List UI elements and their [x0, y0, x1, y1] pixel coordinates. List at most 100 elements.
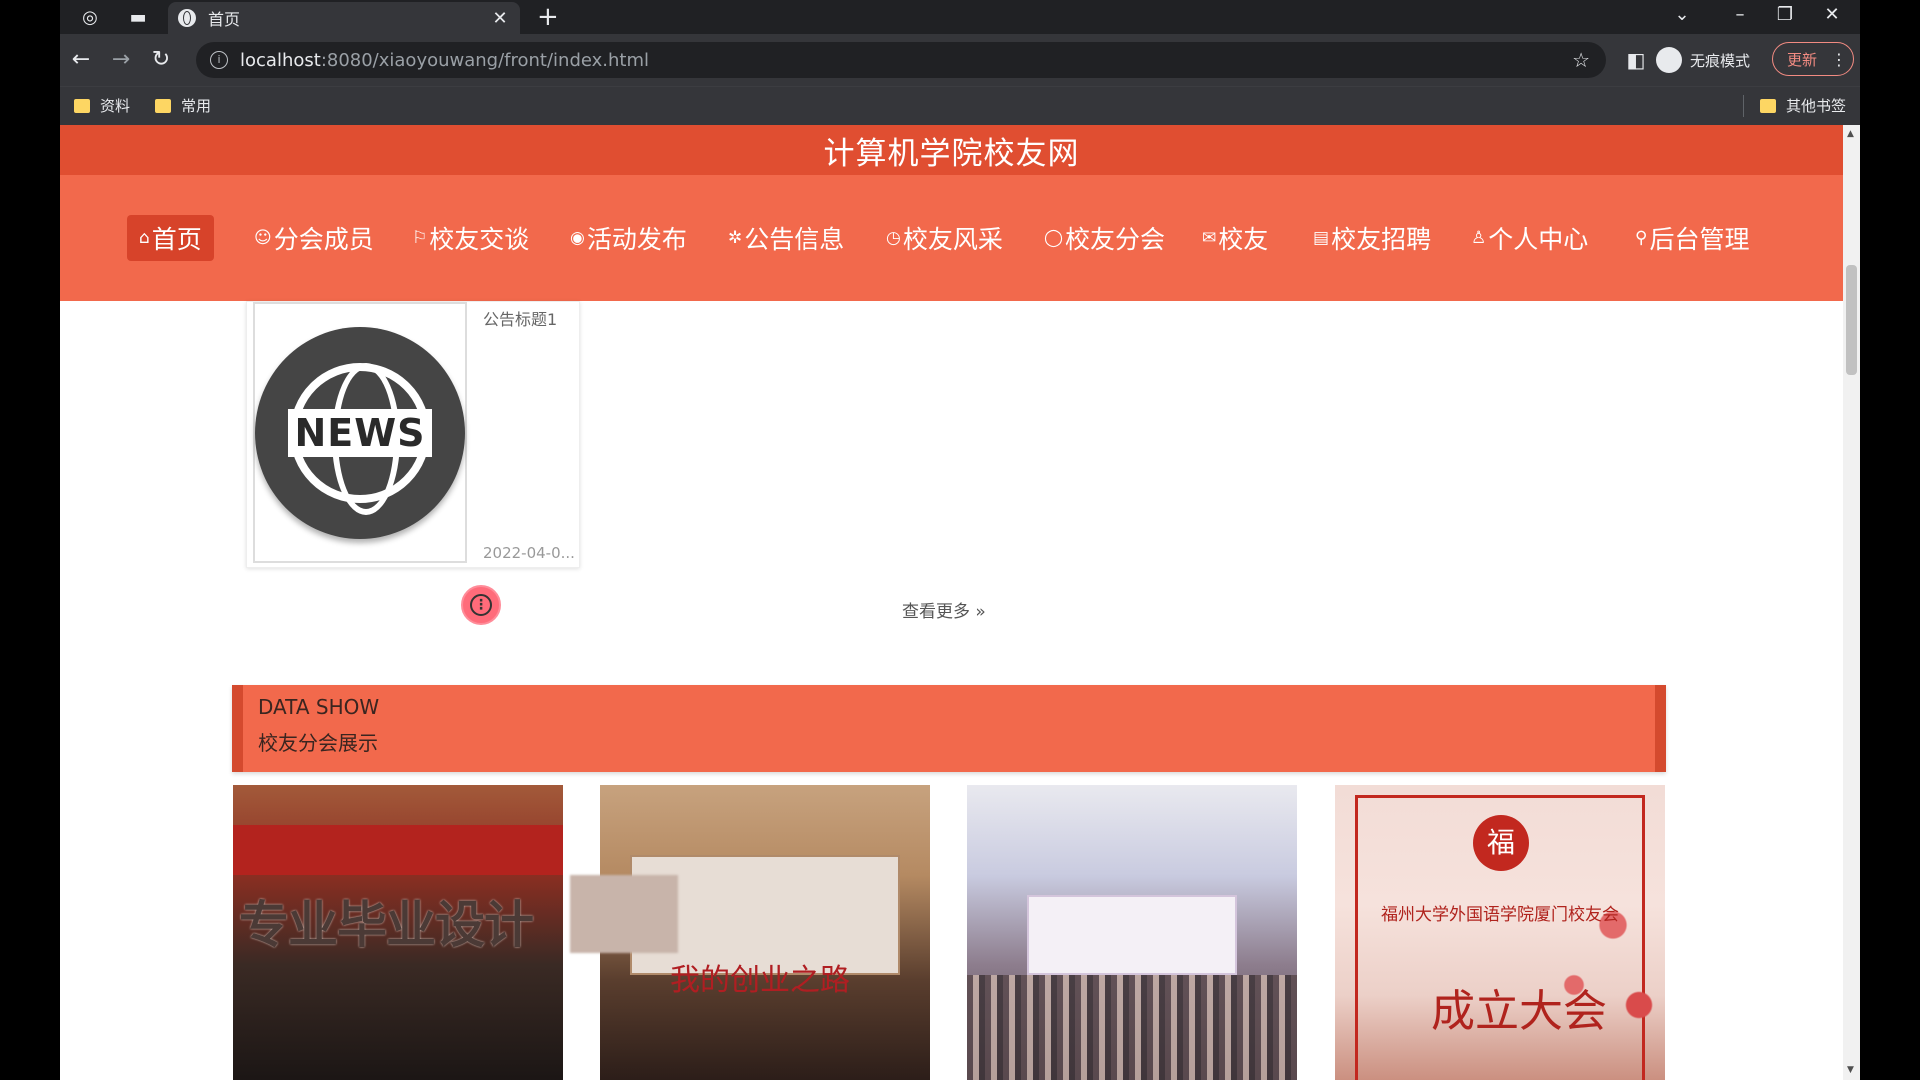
other-bookmarks-label: 其他书签: [1786, 97, 1847, 115]
nav-showcase[interactable]: ◷ 校友风采: [886, 215, 1003, 261]
url-host: localhost: [240, 49, 321, 71]
document-icon: ▤: [1313, 228, 1330, 248]
browser-chrome: ◎ ▬ 首页 ✕ + ⌄ – ❐ ✕ ← → ↻ i localhost:808…: [60, 0, 1860, 125]
poster-title: 成立大会: [1431, 986, 1607, 1037]
folder-icon: [74, 98, 90, 113]
active-tab[interactable]: 首页 ✕: [168, 2, 520, 34]
more-vertical-icon: ⋮: [470, 594, 492, 616]
news-card[interactable]: NEWS 公告标题1 2022-04-0...: [246, 301, 580, 568]
gear-icon: ✲: [728, 228, 743, 248]
bookmark-star-icon[interactable]: ☆: [1572, 48, 1590, 72]
site-info-icon[interactable]: i: [210, 51, 228, 69]
tab-overview-icon[interactable]: ▬: [124, 4, 152, 30]
news-title: 公告标题1: [483, 310, 558, 329]
nav-branches[interactable]: ◯ 校友分会: [1044, 215, 1165, 261]
site-title-bar: 计算机学院校友网: [60, 125, 1843, 175]
branch-photo-4[interactable]: 福 福州大学外国语学院厦门校友会 成立大会: [1335, 785, 1665, 1080]
nav-chat[interactable]: ⚐ 校友交谈: [412, 215, 529, 261]
floating-action-button[interactable]: ⋮: [461, 585, 501, 625]
news-thumbnail: NEWS: [253, 302, 467, 563]
branch-photo-3[interactable]: [967, 785, 1297, 1080]
update-label: 更新: [1787, 50, 1818, 69]
nav-label: 活动发布: [586, 225, 687, 254]
web-page: 计算机学院校友网 ⌂ 首页 ☺ 分会成员 ⚐ 校友交谈 ◉ 活动发布 ✲ 公告信息: [60, 125, 1860, 1080]
poster-subtitle: 福州大学外国语学院厦门校友会: [1381, 905, 1619, 925]
nav-label: 公告信息: [744, 225, 845, 254]
back-button[interactable]: ←: [66, 45, 96, 75]
browser-toolbar: ← → ↻ i localhost:8080/xiaoyouwang/front…: [60, 34, 1860, 86]
scrollbar-thumb[interactable]: [1846, 265, 1857, 375]
reload-button[interactable]: ↻: [146, 45, 176, 75]
bookmark-folder-2[interactable]: 常用: [155, 95, 211, 116]
news-badge: NEWS: [255, 326, 465, 539]
other-bookmarks[interactable]: 其他书签: [1760, 95, 1846, 116]
tab-search-dropdown-icon[interactable]: ⌄: [1662, 4, 1702, 25]
news-date: 2022-04-0...: [483, 544, 575, 562]
audience-group: [967, 975, 1297, 1080]
nav-profile[interactable]: ♙ 个人中心: [1471, 215, 1588, 261]
scroll-down-icon[interactable]: ▼: [1847, 1065, 1854, 1075]
forward-button[interactable]: →: [106, 45, 136, 75]
close-tab-icon[interactable]: ✕: [490, 8, 510, 29]
page-scrollbar[interactable]: ▲ ▼: [1843, 125, 1860, 1080]
url-path: :8080/xiaoyouwang/front/index.html: [320, 49, 650, 71]
screen: ◎ ▬ 首页 ✕ + ⌄ – ❐ ✕ ← → ↻ i localhost:808…: [0, 0, 1920, 1080]
palette-icon: ◉: [570, 228, 585, 248]
blurred-region: [570, 875, 678, 953]
nav-activities[interactable]: ◉ 活动发布: [570, 215, 687, 261]
tab-title: 首页: [208, 10, 241, 29]
bookmark-folder-1[interactable]: 资料: [74, 95, 130, 116]
update-button[interactable]: 更新 ⋮: [1772, 42, 1854, 76]
event-banner: [233, 825, 563, 875]
folder-icon: [155, 98, 171, 113]
close-window-button[interactable]: ✕: [1812, 4, 1852, 25]
clock-icon: ◷: [886, 228, 901, 248]
minimize-button[interactable]: –: [1720, 4, 1760, 25]
nav-admin[interactable]: ⚲ 后台管理: [1635, 215, 1749, 261]
incognito-indicator[interactable]: 无痕模式: [1656, 42, 1750, 78]
nav-label: 分会成员: [273, 225, 374, 254]
nav-label: 校友风采: [902, 225, 1003, 254]
nav-alumni[interactable]: ✉ 校友: [1202, 215, 1268, 261]
nav-label: 校友招聘: [1331, 225, 1432, 254]
nav-members[interactable]: ☺ 分会成员: [254, 215, 374, 261]
bookmark-separator: [1743, 95, 1744, 117]
mail-icon: ✉: [1202, 228, 1217, 248]
circle-icon: ◯: [1044, 228, 1064, 248]
news-image-text: NEWS: [288, 408, 432, 457]
stage-screen: [1027, 895, 1237, 975]
side-panel-icon[interactable]: ◧: [1619, 43, 1653, 77]
nav-announcements[interactable]: ✲ 公告信息: [728, 215, 844, 261]
nav-label: 校友交谈: [429, 225, 530, 254]
nav-label: 首页: [151, 225, 202, 254]
data-show-header: DATA SHOW 校友分会展示: [232, 685, 1666, 772]
restore-button[interactable]: ❐: [1765, 4, 1805, 25]
new-tab-button[interactable]: +: [537, 2, 559, 32]
nav-jobs[interactable]: ▤ 校友招聘: [1313, 215, 1431, 261]
address-bar[interactable]: i localhost:8080/xiaoyouwang/front/index…: [196, 42, 1606, 78]
site-header: 计算机学院校友网 ⌂ 首页 ☺ 分会成员 ⚐ 校友交谈 ◉ 活动发布 ✲ 公告信息: [60, 125, 1843, 301]
photo-caption-overlay: 专业毕业设计: [239, 896, 534, 954]
globe-icon: NEWS: [288, 362, 432, 515]
bookmark-label: 常用: [181, 97, 212, 115]
photo-sign-text: 我的创业之路: [670, 963, 850, 998]
incognito-label: 无痕模式: [1690, 51, 1751, 70]
flag-icon: ⚐: [412, 228, 428, 248]
scroll-up-icon[interactable]: ▲: [1847, 129, 1854, 139]
view-more-label: 查看更多: [902, 602, 970, 622]
nav-label: 个人中心: [1488, 225, 1589, 254]
tab-strip: ◎ ▬ 首页 ✕ + ⌄ – ❐ ✕: [60, 0, 1860, 34]
nav-label: 校友分会: [1065, 225, 1166, 254]
nav-label: 校友: [1218, 225, 1269, 254]
data-show-title-en: DATA SHOW: [258, 695, 380, 719]
branch-photo-1[interactable]: 专业毕业设计: [233, 785, 563, 1080]
view-more-link[interactable]: 查看更多 »: [902, 597, 986, 622]
bookmark-label: 资料: [100, 97, 131, 115]
main-nav: ⌂首页 ☺分会成员 ⚐校友交谈 ◉活动发布 ✲公告信息 ◷校友风采: [60, 215, 1843, 261]
tab-search-icon[interactable]: ◎: [76, 4, 104, 30]
site-title: 计算机学院校友网: [823, 135, 1080, 172]
nav-home[interactable]: ⌂ 首页: [127, 215, 214, 261]
nav-label: 后台管理: [1649, 225, 1750, 254]
link-icon: ⚲: [1635, 228, 1648, 248]
data-show-title-cn: 校友分会展示: [258, 731, 378, 755]
